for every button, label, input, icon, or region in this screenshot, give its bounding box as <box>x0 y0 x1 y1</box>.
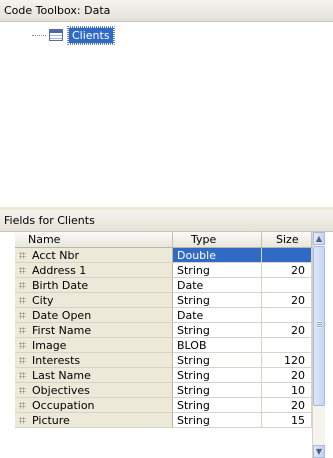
field-size-cell[interactable]: 20 <box>262 293 312 308</box>
field-name: Last Name <box>32 369 91 382</box>
fields-grid[interactable]: Name Type Size Acct Nbr Double Address 1 St… <box>15 232 325 458</box>
field-name: City <box>32 294 54 307</box>
field-name: Acct Nbr <box>32 249 79 262</box>
field-size-cell[interactable]: 10 <box>262 383 312 398</box>
table-row[interactable]: Birth Date Date <box>15 278 325 293</box>
field-type-cell[interactable]: Date <box>173 308 262 323</box>
fields-panel-title: Fields for Clients <box>0 210 333 232</box>
table-row[interactable]: First Name String 20 <box>15 323 325 338</box>
row-grip-icon <box>19 312 26 319</box>
field-size-cell[interactable] <box>262 338 312 353</box>
scroll-up-icon[interactable]: ▲ <box>313 232 325 245</box>
row-grip-icon <box>19 267 26 274</box>
field-type-cell[interactable]: Double <box>173 248 262 263</box>
fields-panel-title-text: Fields for Clients <box>4 214 95 227</box>
row-grip-icon <box>19 297 26 304</box>
column-header-type[interactable]: Type <box>173 232 262 248</box>
field-name-cell[interactable]: Last Name <box>15 368 173 383</box>
table-row[interactable]: Address 1 String 20 <box>15 263 325 278</box>
field-type-cell[interactable]: String <box>173 263 262 278</box>
row-grip-icon <box>19 417 26 424</box>
table-icon <box>49 29 63 41</box>
table-row[interactable]: City String 20 <box>15 293 325 308</box>
thumb-grip-icon <box>317 321 322 328</box>
toolbox-title: Code Toolbox: Data <box>0 0 333 22</box>
field-name-cell[interactable]: Picture <box>15 413 173 428</box>
row-grip-icon <box>19 402 26 409</box>
field-name: Date Open <box>32 309 92 322</box>
row-grip-icon <box>19 357 26 364</box>
field-name: Birth Date <box>32 279 89 292</box>
table-row[interactable]: Acct Nbr Double <box>15 248 325 263</box>
field-name-cell[interactable]: Objectives <box>15 383 173 398</box>
field-name-cell[interactable]: Date Open <box>15 308 173 323</box>
field-size-cell[interactable]: 20 <box>262 323 312 338</box>
field-name: Objectives <box>32 384 90 397</box>
table-row[interactable]: Image BLOB <box>15 338 325 353</box>
field-name-cell[interactable]: Address 1 <box>15 263 173 278</box>
vertical-scrollbar[interactable]: ▲ ▼ <box>312 232 325 458</box>
row-grip-icon <box>19 327 26 334</box>
table-row[interactable]: Interests String 120 <box>15 353 325 368</box>
field-type-cell[interactable]: String <box>173 413 262 428</box>
field-name-cell[interactable]: Acct Nbr <box>15 248 173 263</box>
field-name-cell[interactable]: Occupation <box>15 398 173 413</box>
field-type-cell[interactable]: BLOB <box>173 338 262 353</box>
field-type-cell[interactable]: String <box>173 383 262 398</box>
field-name: Picture <box>32 414 70 427</box>
row-grip-icon <box>19 372 26 379</box>
column-header-size[interactable]: Size <box>262 232 312 248</box>
scroll-down-icon[interactable]: ▼ <box>313 445 325 458</box>
field-name: Address 1 <box>32 264 87 277</box>
table-row[interactable]: Occupation String 20 <box>15 398 325 413</box>
field-type-cell[interactable]: String <box>173 353 262 368</box>
field-size-cell[interactable] <box>262 308 312 323</box>
table-row[interactable]: Objectives String 10 <box>15 383 325 398</box>
field-name-cell[interactable]: First Name <box>15 323 173 338</box>
field-type-cell[interactable]: String <box>173 323 262 338</box>
field-size-cell[interactable]: 15 <box>262 413 312 428</box>
column-header-name[interactable]: Name <box>15 232 173 248</box>
field-type-cell[interactable]: String <box>173 293 262 308</box>
row-grip-icon <box>19 342 26 349</box>
field-name: Occupation <box>32 399 95 412</box>
field-type-cell[interactable]: String <box>173 398 262 413</box>
field-name-cell[interactable]: Interests <box>15 353 173 368</box>
field-name: Image <box>32 339 67 352</box>
row-grip-icon <box>19 252 26 259</box>
scroll-thumb[interactable] <box>313 246 325 406</box>
toolbox-title-text: Code Toolbox: Data <box>4 4 111 17</box>
field-name-cell[interactable]: Birth Date <box>15 278 173 293</box>
row-grip-icon <box>19 387 26 394</box>
table-row[interactable]: Date Open Date <box>15 308 325 323</box>
field-size-cell[interactable]: 20 <box>262 398 312 413</box>
field-name-cell[interactable]: Image <box>15 338 173 353</box>
tables-tree[interactable]: Clients <box>0 22 333 207</box>
field-size-cell[interactable]: 20 <box>262 368 312 383</box>
field-size-cell[interactable] <box>262 248 312 263</box>
field-size-cell[interactable] <box>262 278 312 293</box>
tree-connector <box>32 35 46 37</box>
field-type-cell[interactable]: Date <box>173 278 262 293</box>
field-type-cell[interactable]: String <box>173 368 262 383</box>
tree-item-clients[interactable]: Clients <box>67 26 115 45</box>
row-grip-icon <box>19 282 26 289</box>
table-row[interactable]: Picture String 15 <box>15 413 325 428</box>
field-name-cell[interactable]: City <box>15 293 173 308</box>
table-row[interactable]: Last Name String 20 <box>15 368 325 383</box>
field-name: First Name <box>32 324 92 337</box>
field-size-cell[interactable]: 20 <box>262 263 312 278</box>
field-name: Interests <box>32 354 81 367</box>
field-size-cell[interactable]: 120 <box>262 353 312 368</box>
